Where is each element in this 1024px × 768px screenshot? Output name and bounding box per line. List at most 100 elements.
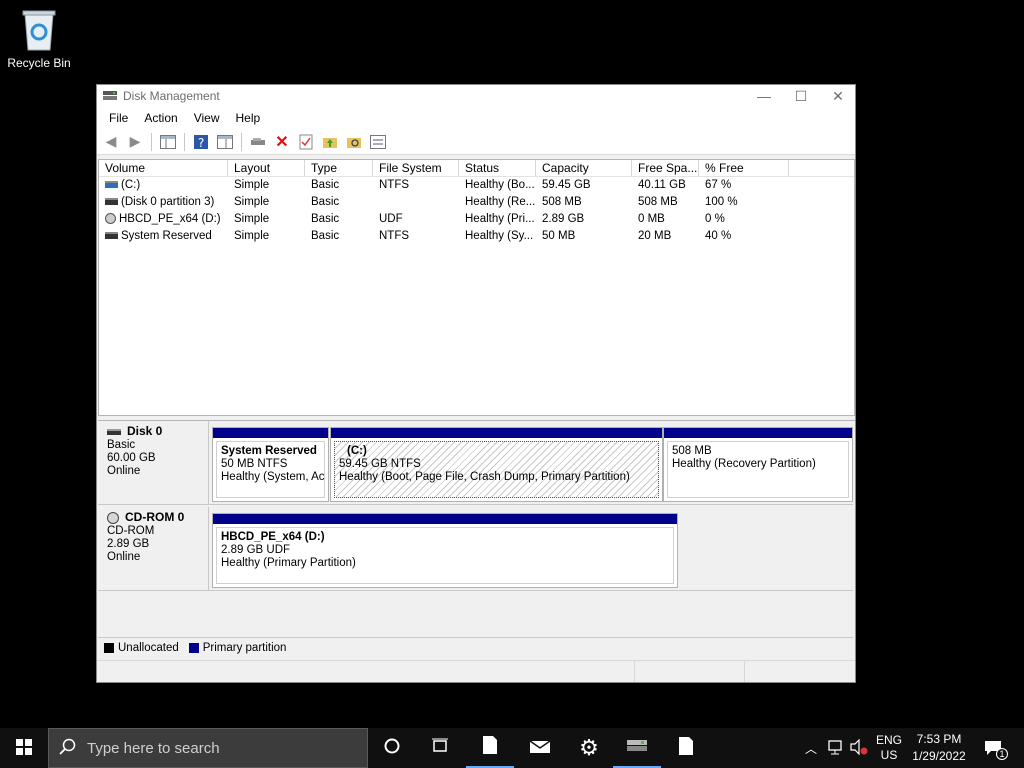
partition-status: Healthy (Primary Partition) [221, 557, 356, 569]
col-file-system[interactable]: File System [373, 160, 459, 176]
connect-drive-icon[interactable] [248, 132, 268, 152]
status-bar [97, 660, 855, 682]
partition-size: 508 MB [672, 445, 712, 457]
volume-row[interactable]: HBCD_PE_x64 (D:) Simple Basic UDF Health… [99, 211, 854, 228]
partition-size: 2.89 GB UDF [221, 544, 291, 556]
forward-arrow-icon[interactable]: ▶ [125, 132, 145, 152]
desktop: Recycle Bin Disk Management — ☐ ✕ File A… [0, 0, 1024, 728]
volume-name: (C:) [121, 179, 141, 191]
network-icon [827, 739, 845, 758]
recycle-bin[interactable]: Recycle Bin [6, 8, 72, 70]
partition-bar [664, 428, 852, 438]
menu-file[interactable]: File [101, 111, 136, 125]
volume-name-cell: (C:) [99, 177, 228, 194]
delete-icon[interactable]: ✕ [272, 132, 292, 152]
volume-icon [105, 198, 118, 206]
partition-body: HBCD_PE_x64 (D:) 2.89 GB UDF Healthy (Pr… [216, 527, 674, 584]
col-free-space[interactable]: Free Spa... [632, 160, 699, 176]
volume-name: HBCD_PE_x64 (D:) [119, 213, 221, 225]
layout-cell: Simple [234, 213, 270, 225]
taskbar-search[interactable]: Type here to search [48, 728, 368, 768]
taskbar-app-mail[interactable] [516, 728, 564, 768]
cdrom-0-info[interactable]: CD-ROM 0 CD-ROM 2.89 GB Online [98, 507, 209, 590]
partition-hbcd[interactable]: HBCD_PE_x64 (D:) 2.89 GB UDF Healthy (Pr… [212, 513, 678, 588]
free-cell: 20 MB [638, 230, 672, 242]
volume-row[interactable]: (Disk 0 partition 3) Simple Basic Health… [99, 194, 854, 211]
partition-body: System Reserved 50 MB NTFS Healthy (Syst… [216, 441, 325, 498]
primary-swatch [188, 642, 199, 653]
taskbar-app-document[interactable] [466, 728, 514, 768]
language-indicator[interactable]: ENG US [872, 728, 906, 768]
clock[interactable]: 7:53 PM 1/29/2022 [908, 728, 970, 768]
type-cell: Basic [311, 179, 340, 191]
svg-text:?: ? [198, 136, 204, 150]
clock-time: 7:53 PM [916, 732, 962, 746]
status-cell: Healthy (Pri... [465, 213, 535, 225]
folder-search-icon[interactable] [344, 132, 364, 152]
col-layout[interactable]: Layout [228, 160, 305, 176]
document-icon [678, 736, 694, 761]
menu-view[interactable]: View [186, 111, 228, 125]
volume-icon [105, 232, 118, 240]
status-pane [97, 661, 635, 682]
action-center-button[interactable]: 1 [978, 728, 1008, 768]
menu-help[interactable]: Help [228, 111, 269, 125]
clock-date: 1/29/2022 [912, 749, 966, 763]
volume-name: (Disk 0 partition 3) [121, 196, 215, 208]
title-bar[interactable]: Disk Management — ☐ ✕ [97, 85, 855, 107]
volume-list: Volume Layout Type File System Status Ca… [98, 159, 855, 416]
layout-cell: Simple [234, 230, 270, 242]
taskbar-app-disk-management[interactable] [613, 728, 661, 768]
close-button[interactable]: ✕ [819, 85, 857, 107]
volume-list-header: Volume Layout Type File System Status Ca… [99, 160, 854, 177]
volume-row[interactable]: (C:) Simple Basic NTFS Healthy (Bo... 59… [99, 177, 854, 194]
minimize-button[interactable]: — [745, 85, 783, 107]
help-icon[interactable]: ? [191, 132, 211, 152]
col-type[interactable]: Type [305, 160, 373, 176]
folder-up-icon[interactable] [320, 132, 340, 152]
properties-window-icon[interactable] [215, 132, 235, 152]
volume-name-cell: System Reserved [99, 228, 228, 245]
fs-cell: NTFS [379, 230, 410, 242]
col-capacity[interactable]: Capacity [536, 160, 632, 176]
taskbar-app-settings[interactable]: ⚙ [565, 728, 613, 768]
settings-list-icon[interactable] [368, 132, 388, 152]
partition-c[interactable]: (C:) 59.45 GB NTFS Healthy (Boot, Page F… [330, 427, 663, 502]
start-button[interactable] [0, 728, 48, 768]
disk-icon [107, 428, 121, 435]
task-view-button[interactable] [416, 728, 464, 768]
search-placeholder: Type here to search [87, 739, 220, 757]
disk-management-window: Disk Management — ☐ ✕ File Action View H… [96, 84, 856, 683]
show-hide-console-tree-icon[interactable] [158, 132, 178, 152]
notification-icon: 1 [984, 740, 1008, 760]
col-percent-free[interactable]: % Free [699, 160, 789, 176]
checklist-icon[interactable] [296, 132, 316, 152]
partition-recovery[interactable]: 508 MB Healthy (Recovery Partition) [663, 427, 853, 502]
partition-name: HBCD_PE_x64 (D:) [221, 531, 325, 543]
disk-name: Disk 0 [127, 424, 163, 438]
col-status[interactable]: Status [459, 160, 536, 176]
volume-icon [105, 181, 118, 189]
back-arrow-icon[interactable]: ◀ [101, 132, 121, 152]
disk-kind: CD-ROM [107, 525, 155, 537]
maximize-button[interactable]: ☐ [782, 85, 820, 107]
network-button[interactable] [824, 728, 848, 768]
type-cell: Basic [311, 230, 340, 242]
volume-button[interactable] [848, 728, 870, 768]
menu-action[interactable]: Action [136, 111, 185, 125]
taskbar-app-document-2[interactable] [662, 728, 710, 768]
pct-cell: 100 % [705, 196, 738, 208]
toolbar-separator [241, 132, 242, 151]
disk-0-info[interactable]: Disk 0 Basic 60.00 GB Online [98, 421, 209, 504]
pct-cell: 67 % [705, 179, 732, 191]
fs-cell: UDF [379, 213, 403, 225]
col-volume[interactable]: Volume [99, 160, 228, 176]
type-cell: Basic [311, 196, 340, 208]
free-cell: 508 MB [638, 196, 678, 208]
pct-cell: 0 % [705, 213, 725, 225]
show-hidden-icons-button[interactable]: ︿ [802, 728, 820, 768]
volume-row[interactable]: System Reserved Simple Basic NTFS Health… [99, 228, 854, 245]
partition-system-reserved[interactable]: System Reserved 50 MB NTFS Healthy (Syst… [212, 427, 329, 502]
document-icon [482, 735, 498, 760]
cortana-button[interactable] [368, 728, 416, 768]
